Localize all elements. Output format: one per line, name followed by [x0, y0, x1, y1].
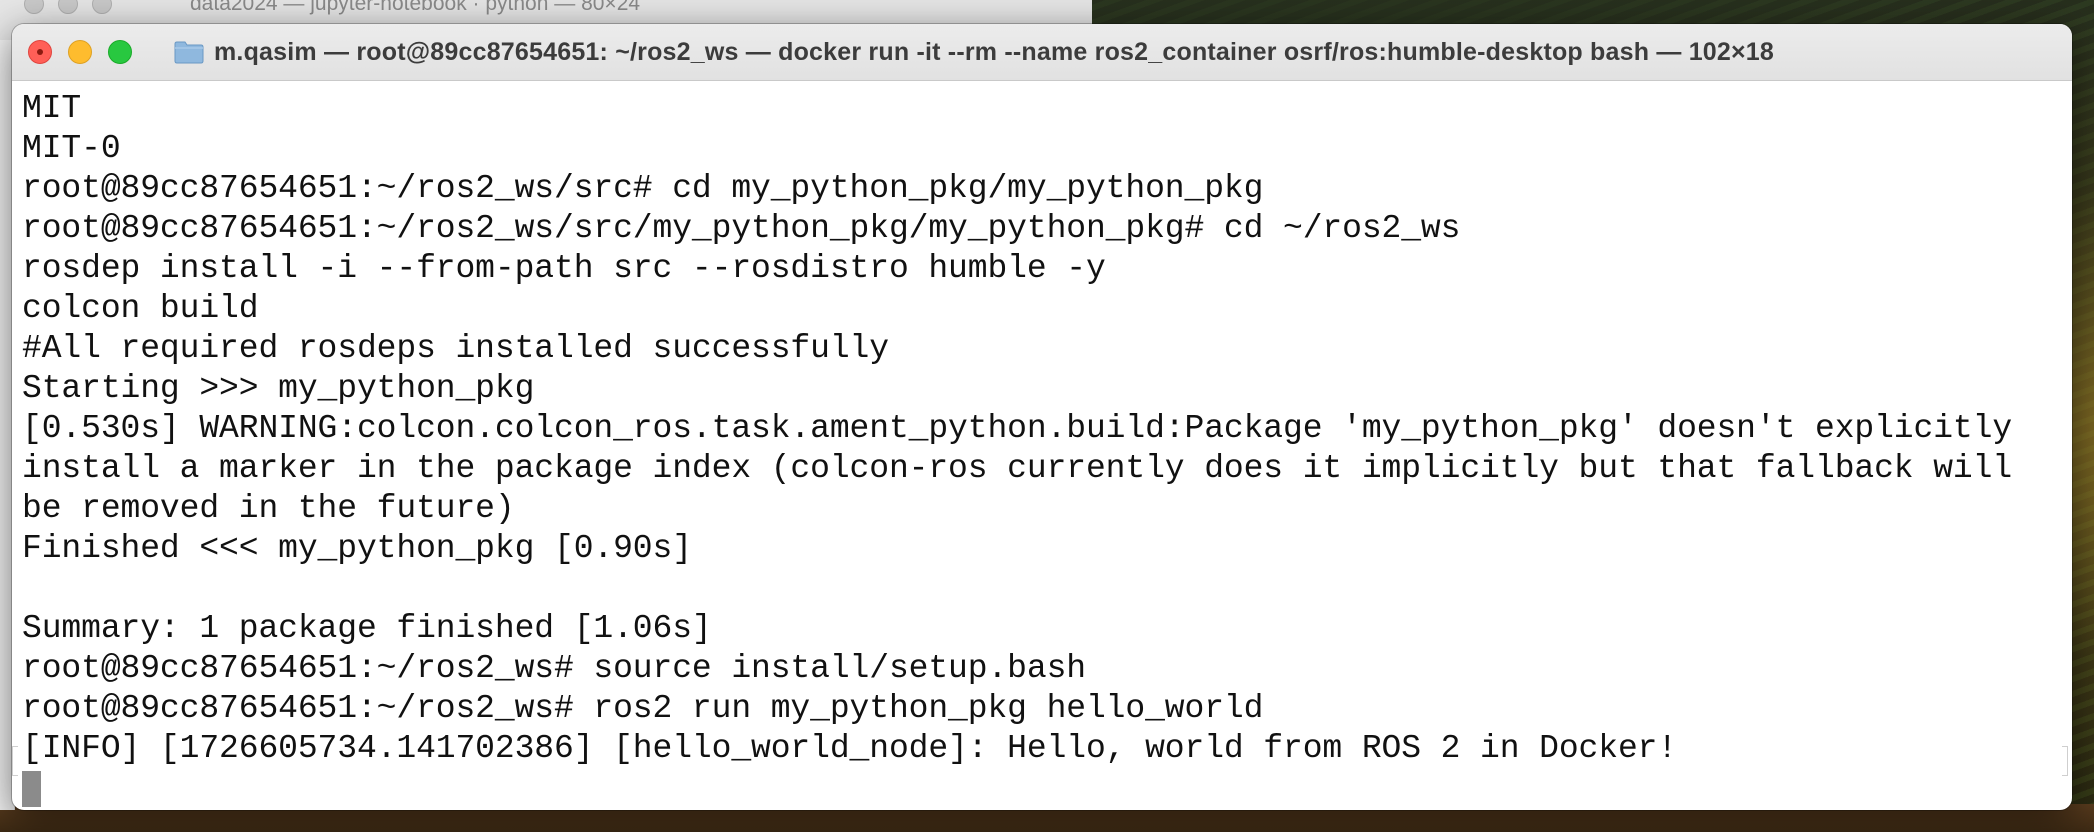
terminal-line: root@89cc87654651:~/ros2_ws/src/my_pytho…: [22, 210, 1461, 247]
background-maximize-button[interactable]: [92, 0, 112, 14]
terminal-line: root@89cc87654651:~/ros2_ws# ros2 run my…: [22, 690, 1264, 727]
terminal-line: #All required rosdeps installed successf…: [22, 330, 889, 367]
terminal-output[interactable]: MIT MIT-0 root@89cc87654651:~/ros2_ws/sr…: [12, 81, 2072, 809]
background-window-controls: [24, 0, 112, 14]
close-button[interactable]: [28, 40, 52, 64]
terminal-line: rosdep install -i --from-path src --rosd…: [22, 250, 1106, 287]
terminal-window[interactable]: m.qasim — root@89cc87654651: ~/ros2_ws —…: [12, 24, 2072, 810]
terminal-line: be removed in the future): [22, 490, 515, 527]
terminal-line: [INFO] [1726605734.141702386] [hello_wor…: [22, 730, 1678, 767]
terminal-titlebar[interactable]: m.qasim — root@89cc87654651: ~/ros2_ws —…: [12, 24, 2072, 81]
title-group: m.qasim — root@89cc87654651: ~/ros2_ws —…: [174, 24, 1774, 80]
terminal-line: Starting >>> my_python_pkg: [22, 370, 535, 407]
background-close-button[interactable]: [24, 0, 44, 14]
background-window-title: data2024 — jupyter-notebook · python — 8…: [190, 0, 641, 15]
window-title: m.qasim — root@89cc87654651: ~/ros2_ws —…: [214, 37, 1775, 66]
terminal-line: root@89cc87654651:~/ros2_ws/src# cd my_p…: [22, 170, 1264, 207]
window-controls: [28, 40, 132, 64]
terminal-line: install a marker in the package index (c…: [22, 450, 2013, 487]
terminal-line: Finished <<< my_python_pkg [0.90s]: [22, 530, 692, 567]
terminal-cursor-line: [22, 769, 2072, 809]
terminal-line: colcon build: [22, 290, 259, 327]
selection-marker-left: [12, 746, 18, 776]
background-minimize-button[interactable]: [58, 0, 78, 14]
terminal-line: Summary: 1 package finished [1.06s]: [22, 610, 712, 647]
selection-marker-right: [2062, 746, 2068, 776]
terminal-line: root@89cc87654651:~/ros2_ws# source inst…: [22, 650, 1086, 687]
text-cursor: [22, 771, 41, 807]
folder-icon: [174, 41, 204, 64]
minimize-button[interactable]: [68, 40, 92, 64]
maximize-button[interactable]: [108, 40, 132, 64]
terminal-line: MIT: [22, 90, 82, 127]
terminal-line: MIT-0: [22, 130, 121, 167]
terminal-line: [0.530s] WARNING:colcon.colcon_ros.task.…: [22, 410, 2013, 447]
